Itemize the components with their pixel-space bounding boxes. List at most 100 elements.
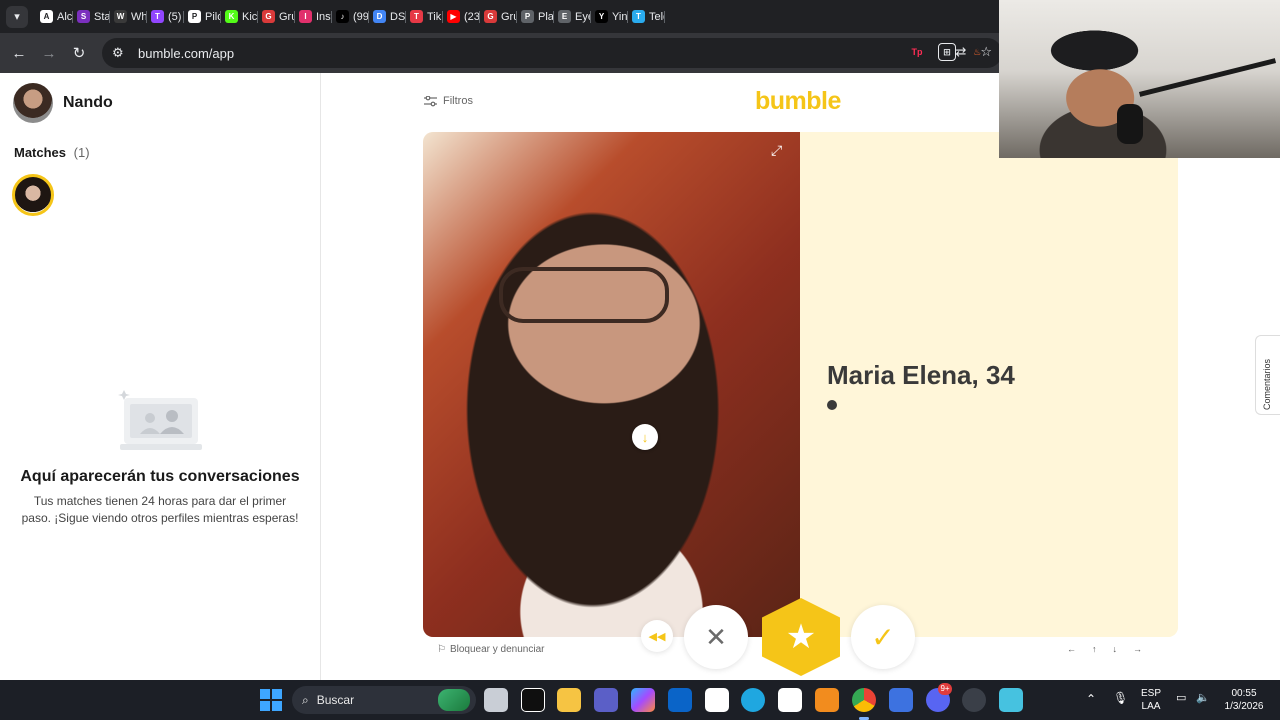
address-bar[interactable]: ⚙ bumble.com/app ⇄ ☆ (102, 38, 1002, 68)
tab-title[interactable]: (23 (464, 11, 480, 23)
tab-title[interactable]: (5) F (168, 11, 184, 23)
browser-tab[interactable]: Y Yin (591, 4, 628, 30)
expand-icon[interactable]: ⤢ (771, 142, 782, 159)
tab-title[interactable]: Kick (242, 11, 258, 23)
tab-title[interactable]: Pilo (205, 11, 221, 23)
tab-title[interactable]: Gru (501, 11, 517, 23)
rewind-button[interactable]: ◀◀ (641, 620, 673, 652)
browser-tab[interactable]: S Stac (73, 4, 110, 30)
browser-tab[interactable]: K Kick (221, 4, 258, 30)
browser-tab[interactable]: G Gru (480, 4, 517, 30)
extension-tp-icon[interactable]: Tp (908, 43, 926, 61)
tab-title[interactable]: Whi (131, 11, 147, 23)
user-avatar[interactable] (13, 83, 53, 123)
task-view-icon[interactable] (484, 688, 508, 712)
input-language[interactable]: ESP LAA (1139, 687, 1163, 713)
chrome-icon[interactable] (852, 688, 876, 712)
profile-name-age: Maria Elena, 34 (827, 360, 1015, 390)
tab-title[interactable]: DS/ (390, 11, 406, 23)
windows-start-icon[interactable] (260, 689, 282, 711)
tab-title[interactable]: Tele (649, 11, 665, 23)
file-explorer-icon[interactable] (557, 688, 581, 712)
site-settings-icon[interactable]: ⚙ (112, 45, 130, 61)
browser-tab[interactable]: E Eye (554, 4, 591, 30)
tab-title[interactable]: Yin (612, 11, 628, 23)
tab-search-chevron-down-icon[interactable]: ▾ (6, 5, 28, 28)
own-profile[interactable]: Nando (13, 83, 113, 123)
tray-chevron-up-icon[interactable]: ⌃ (1086, 693, 1096, 706)
back-arrow-icon[interactable]: ← (4, 38, 34, 68)
extension-flame-icon[interactable]: ♨ (968, 43, 986, 61)
layout-code: LAA (1141, 701, 1161, 712)
outlook-icon[interactable] (668, 688, 692, 712)
scroll-down-icon[interactable]: ↓ (632, 424, 658, 450)
tab-title[interactable]: Tikl (427, 11, 443, 23)
fl-studio-icon[interactable] (815, 688, 839, 712)
browser-tab[interactable]: P Plar (517, 4, 554, 30)
feedback-label[interactable]: Comentarios (1262, 359, 1272, 410)
profile-photo[interactable]: ⤢ ↓ (423, 132, 800, 637)
browser-tab[interactable]: T (5) F (147, 4, 184, 30)
reload-icon[interactable]: ↻ (64, 38, 94, 68)
browser-tab[interactable]: ♪ (99 (332, 4, 369, 30)
network-icon[interactable]: ▭ (1176, 692, 1186, 705)
tab-title[interactable]: Inst (316, 11, 332, 23)
matches-label: Matches (14, 145, 67, 160)
browser-tab[interactable]: T Tikl (406, 4, 443, 30)
taskbar-search-label[interactable]: Buscar (317, 693, 354, 707)
search-highlight-icon (438, 689, 470, 711)
tab-favicon-icon: T (410, 10, 423, 23)
profile-card[interactable]: ⤢ ↓ Maria Elena, 34 (423, 132, 1178, 637)
epic-games-icon[interactable] (521, 688, 545, 712)
filters-sliders-icon (424, 95, 437, 106)
tab-favicon-icon: E (558, 10, 571, 23)
tab-favicon-icon: P (521, 10, 534, 23)
app-f-icon[interactable] (999, 688, 1023, 712)
tab-title[interactable]: Eye (575, 11, 591, 23)
obs-icon[interactable] (962, 688, 986, 712)
browser-tab[interactable]: ▶ (23 (443, 4, 480, 30)
browser-tab[interactable]: T Tele (628, 4, 665, 30)
tab-title[interactable]: Gru (279, 11, 295, 23)
translate-icon[interactable]: ⇄ (955, 44, 966, 60)
matches-count: (1) (73, 145, 90, 160)
block-report-link[interactable]: ⚐ Bloquear y denunciar (437, 644, 544, 655)
match-avatar[interactable] (12, 174, 54, 216)
teams-icon[interactable] (594, 688, 618, 712)
tab-favicon-icon: G (262, 10, 275, 23)
copilot-icon[interactable] (631, 688, 655, 712)
close-icon: ✕ (705, 621, 727, 652)
feedback-side-tab[interactable]: Comentarios (1255, 335, 1280, 415)
microphone-icon[interactable]: 🎙 (1113, 692, 1128, 705)
tab-title[interactable]: Plar (538, 11, 554, 23)
browser-tab[interactable]: P Pilo (184, 4, 221, 30)
taskbar-search[interactable]: ⌕ Buscar (292, 686, 476, 714)
forward-arrow-icon[interactable]: → (34, 38, 64, 68)
tab-favicon-icon: S (77, 10, 90, 23)
tab-favicon-icon: K (225, 10, 238, 23)
filters-label[interactable]: Filtros (443, 95, 473, 107)
extension-puzzle-icon[interactable]: ⊞ (938, 43, 956, 61)
tab-title[interactable]: (99 (353, 11, 369, 23)
user-name[interactable]: Nando (63, 94, 113, 112)
pass-button[interactable]: ✕ (684, 605, 748, 669)
browser-tab[interactable]: A Alce (36, 4, 73, 30)
browser-tab[interactable]: I Inst (295, 4, 332, 30)
microsoft-store-icon[interactable] (705, 688, 729, 712)
block-report-label[interactable]: Bloquear y denunciar (450, 644, 545, 655)
capcut-icon[interactable] (778, 688, 802, 712)
browser-tab[interactable]: W Whi (110, 4, 147, 30)
url-text[interactable]: bumble.com/app (138, 46, 234, 61)
mic-boom-arm (1139, 58, 1277, 97)
browser-tab[interactable]: D DS/ (369, 4, 406, 30)
tab-title[interactable]: Stac (94, 11, 110, 23)
filters-button[interactable]: Filtros (424, 95, 473, 107)
like-button[interactable]: ✓ (851, 605, 915, 669)
clock[interactable]: 00:55 1/3/2026 (1218, 687, 1270, 713)
tab-title[interactable]: Alce (57, 11, 73, 23)
edge-icon[interactable] (741, 688, 765, 712)
volume-icon[interactable]: 🔈 (1196, 692, 1210, 705)
browser-tab[interactable]: G Gru (258, 4, 295, 30)
notes-app-icon[interactable] (889, 688, 913, 712)
check-icon: ✓ (871, 621, 895, 653)
